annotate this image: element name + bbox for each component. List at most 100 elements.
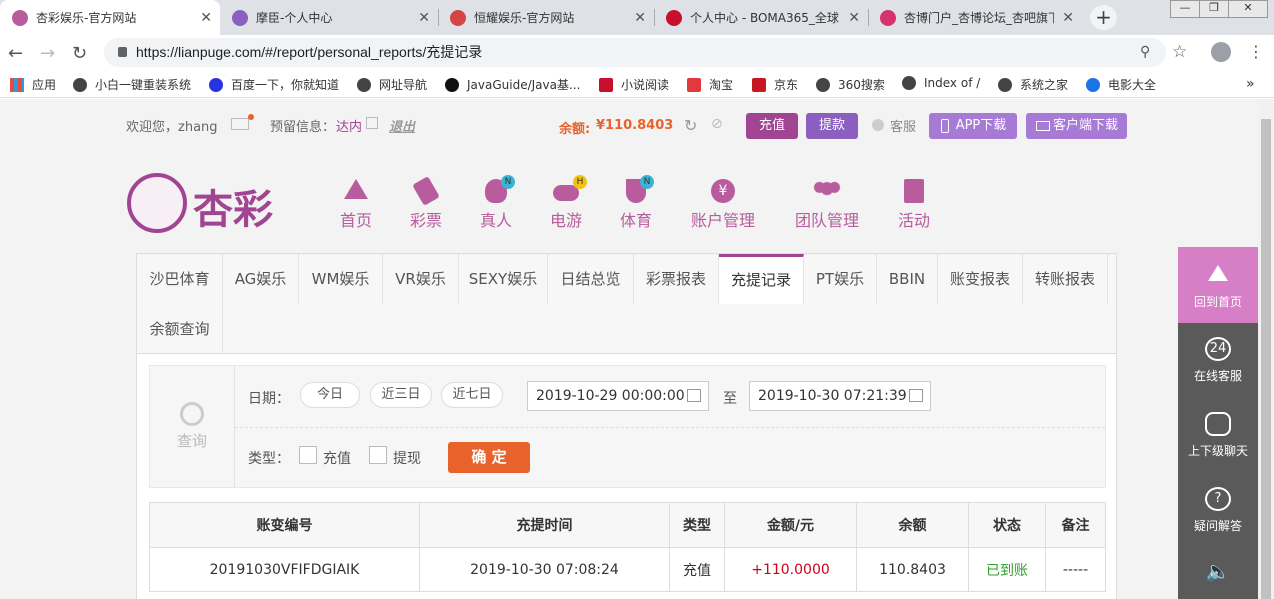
browser-tab[interactable]: 杏彩娱乐-官方网站 ✕: [0, 0, 220, 35]
maximize-button[interactable]: ❐: [1199, 0, 1229, 18]
nav-account[interactable]: ¥ 账户管理: [688, 179, 758, 231]
nav-team[interactable]: 团队管理: [792, 179, 862, 231]
refresh-icon[interactable]: ↻: [684, 116, 697, 135]
tab-deposit-withdraw[interactable]: 充提记录: [719, 254, 804, 304]
tab-transfer[interactable]: 转账报表: [1023, 254, 1108, 304]
tab-close-icon[interactable]: ✕: [1062, 10, 1074, 26]
nav-sports[interactable]: N 体育: [616, 175, 656, 231]
tab-shaba-sports[interactable]: 沙巴体育: [137, 254, 223, 304]
tab-daily-summary[interactable]: 日结总览: [548, 254, 634, 304]
star-icon[interactable]: ☆: [1172, 42, 1187, 62]
new-tab-button[interactable]: +: [1090, 5, 1117, 30]
minimize-button[interactable]: —: [1170, 0, 1200, 18]
calendar-icon: [909, 389, 923, 402]
menu-dots-icon[interactable]: ⋮: [1248, 42, 1264, 61]
bookmarks-overflow-button[interactable]: »: [1246, 76, 1255, 92]
url-input[interactable]: https://lianpuge.com/#/report/personal_r…: [104, 38, 1166, 67]
start-date-input[interactable]: 2019-10-29 00:00:00: [527, 381, 709, 411]
col-header: 状态: [968, 502, 1046, 548]
last3-button[interactable]: 近三日: [370, 382, 432, 408]
edit-icon[interactable]: [366, 117, 378, 129]
col-header: 账变编号: [149, 502, 420, 548]
tab-pt[interactable]: PT娱乐: [804, 254, 877, 304]
tab-balance-query[interactable]: 余额查询: [137, 304, 223, 354]
browser-tab[interactable]: 个人中心 - BOMA365_全球 ✕: [654, 0, 868, 35]
speaker-icon: 🔈: [1205, 559, 1231, 583]
col-header: 金额/元: [724, 502, 857, 548]
app-download-button[interactable]: APP下载: [929, 113, 1017, 139]
app-download-label: APP下载: [955, 118, 1007, 133]
last7-button[interactable]: 近七日: [441, 382, 503, 408]
tab-wm[interactable]: WM娱乐: [299, 254, 383, 304]
recharge-button[interactable]: 充值: [746, 113, 798, 139]
tab-sexy[interactable]: SEXY娱乐: [459, 254, 548, 304]
bookmark-item[interactable]: 系统之家: [998, 76, 1068, 93]
hide-eye-icon[interactable]: ⊘: [711, 116, 723, 132]
close-window-button[interactable]: ✕: [1228, 0, 1268, 18]
confirm-button[interactable]: 确 定: [448, 442, 530, 473]
bookmark-item[interactable]: JavaGuide/Java基...: [445, 76, 580, 93]
logo-text[interactable]: 杏彩: [193, 177, 273, 235]
logout-link[interactable]: 退出: [389, 116, 415, 135]
side-label: 上下级聊天: [1187, 444, 1248, 458]
start-date-value: 2019-10-29 00:00:00: [536, 388, 685, 404]
scrollbar-thumb[interactable]: [1261, 119, 1271, 599]
type-label: 类型：: [248, 451, 290, 467]
tab-close-icon[interactable]: ✕: [634, 10, 646, 26]
bookmark-item[interactable]: 360搜索: [816, 76, 885, 93]
tab-bbin[interactable]: BBIN: [877, 254, 938, 304]
bookmark-item[interactable]: 京东: [752, 76, 798, 93]
today-button[interactable]: 今日: [300, 382, 360, 408]
mail-icon[interactable]: [231, 118, 249, 130]
withdraw-checkbox[interactable]: [369, 446, 387, 464]
chat-button[interactable]: 上下级聊天: [1178, 412, 1258, 459]
online-service-button[interactable]: 24 在线客服: [1178, 337, 1258, 384]
nav-home[interactable]: 首页: [336, 179, 376, 231]
bookmark-item[interactable]: 淘宝: [687, 76, 733, 93]
tab-lottery-report[interactable]: 彩票报表: [634, 254, 719, 304]
tab-close-icon[interactable]: ✕: [418, 10, 430, 26]
reload-icon[interactable]: ↻: [72, 43, 87, 64]
bookmark-item[interactable]: 百度一下，你就知道: [209, 76, 339, 93]
bookmark-item[interactable]: Index of /: [902, 76, 980, 90]
tab-title: 恒耀娱乐-官方网站: [474, 11, 575, 25]
globe-icon: [902, 76, 916, 90]
bookmark-item[interactable]: 应用: [10, 76, 56, 93]
logo-emblem-icon[interactable]: [127, 173, 187, 233]
tab-account-change[interactable]: 账变报表: [938, 254, 1023, 304]
back-arrow-icon[interactable]: ←: [8, 43, 23, 64]
browser-tab[interactable]: 摩臣-个人中心 ✕: [220, 0, 438, 35]
bookmark-item[interactable]: 小说阅读: [599, 76, 669, 93]
recharge-checkbox[interactable]: [299, 446, 317, 464]
faq-button[interactable]: ? 疑问解答: [1178, 487, 1258, 534]
nav-lottery[interactable]: 彩票: [406, 176, 446, 231]
tab-ag[interactable]: AG娱乐: [223, 254, 299, 304]
page-scrollbar[interactable]: [1258, 99, 1274, 599]
end-date-input[interactable]: 2019-10-30 07:21:39: [749, 381, 931, 411]
side-float-menu: 回到首页 24 在线客服 上下级聊天 ? 疑问解答 🔈: [1178, 247, 1258, 599]
bookmark-item[interactable]: 小白一键重装系统: [73, 76, 191, 93]
tab-vr[interactable]: VR娱乐: [383, 254, 459, 304]
nav-badge: N: [640, 175, 654, 189]
bookmark-item[interactable]: 电影大全: [1086, 76, 1156, 93]
nav-activity[interactable]: 活动: [894, 179, 934, 231]
bookmark-label: 淘宝: [709, 78, 734, 92]
tab-close-icon[interactable]: ✕: [848, 10, 860, 26]
key-icon[interactable]: ⚲: [1140, 44, 1150, 60]
nav-games[interactable]: H 电游: [546, 175, 587, 231]
sound-button[interactable]: 🔈: [1178, 561, 1258, 591]
service-link[interactable]: 客服: [890, 116, 916, 135]
browser-tab[interactable]: 恒耀娱乐-官方网站 ✕: [438, 0, 654, 35]
profile-avatar-icon[interactable]: [1211, 42, 1231, 62]
back-home-button[interactable]: 回到首页: [1178, 247, 1258, 323]
forward-arrow-icon[interactable]: →: [40, 43, 55, 64]
bookmark-label: 小说阅读: [621, 78, 670, 92]
browser-tab[interactable]: 杏博门户_杏博论坛_杏吧旗下 ✕: [868, 0, 1082, 35]
withdraw-button[interactable]: 提款: [806, 113, 858, 139]
search-icon: [180, 402, 204, 426]
client-download-button[interactable]: 客户端下载: [1026, 113, 1127, 139]
nav-live[interactable]: N 真人: [476, 175, 516, 231]
tab-close-icon[interactable]: ✕: [200, 10, 212, 26]
col-header: 充提时间: [419, 502, 670, 548]
bookmark-item[interactable]: 网址导航: [357, 76, 427, 93]
